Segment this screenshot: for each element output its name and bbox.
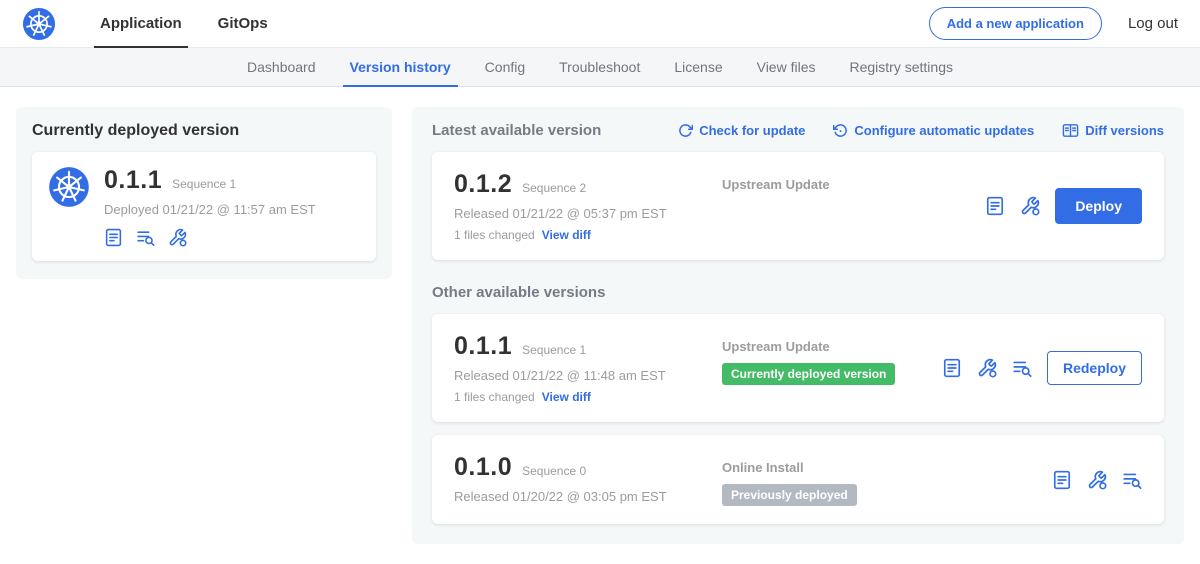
deployed-sequence: Sequence 1 [172,177,236,191]
currently-deployed-badge: Currently deployed version [722,363,895,385]
version-sequence: Sequence 2 [522,181,586,195]
subnav-label: Config [485,59,525,75]
subnav-item-troubleshoot[interactable]: Troubleshoot [542,48,657,86]
check-for-update-link[interactable]: Check for update [678,122,805,139]
deployed-version-card: 0.1.1 Sequence 1 Deployed 01/21/22 @ 11:… [32,152,376,261]
version-source: Upstream Update [722,177,985,192]
released-timestamp: Released 01/20/22 @ 03:05 pm EST [454,489,722,504]
subnav-label: Version history [350,59,451,75]
deployed-version-number: 0.1.1 [104,166,162,195]
version-source: Online Install [722,460,1052,475]
view-diff-link[interactable]: View diff [542,390,591,404]
auto-update-icon [833,123,848,138]
edit-config-icon[interactable] [1087,470,1107,490]
configure-updates-label: Configure automatic updates [854,123,1034,138]
subnav-item-license[interactable]: License [657,48,739,86]
view-diff-link[interactable]: View diff [542,228,591,242]
tab-gitops[interactable]: GitOps [200,0,286,48]
version-card-0-1-1: 0.1.1 Sequence 1 Released 01/21/22 @ 11:… [432,314,1164,422]
diff-versions-label: Diff versions [1085,123,1164,138]
add-new-application-button[interactable]: Add a new application [929,7,1102,40]
available-versions-panel: Latest available version Check for updat… [412,107,1184,544]
currently-deployed-panel: Currently deployed version [16,107,392,279]
configure-automatic-updates-link[interactable]: Configure automatic updates [833,122,1034,139]
tab-application[interactable]: Application [82,0,200,48]
subnav-item-config[interactable]: Config [468,48,542,86]
edit-config-icon[interactable] [977,358,997,378]
version-sequence: Sequence 0 [522,464,586,478]
subnav-label: View files [757,59,816,75]
release-notes-icon[interactable] [104,228,123,247]
subnav-label: Troubleshoot [559,59,640,75]
deployed-timestamp: Deployed 01/21/22 @ 11:57 am EST [104,202,316,217]
version-number: 0.1.0 [454,453,512,482]
files-changed: 1 files changed [454,390,535,404]
subnav-item-registry-settings[interactable]: Registry settings [833,48,970,86]
diff-icon [1062,122,1079,139]
subnav-item-view-files[interactable]: View files [740,48,833,86]
edit-config-icon[interactable] [168,228,187,247]
refresh-icon [678,123,693,138]
files-changed: 1 files changed [454,228,535,242]
tab-application-label: Application [100,15,182,32]
view-files-icon[interactable] [136,228,155,247]
subnav-item-version-history[interactable]: Version history [333,48,468,86]
top-header: Application GitOps Add a new application… [0,0,1200,48]
release-notes-icon[interactable] [942,358,962,378]
deploy-button[interactable]: Deploy [1055,188,1142,224]
subnav-label: Registry settings [850,59,953,75]
tab-gitops-label: GitOps [218,15,268,32]
version-number: 0.1.1 [454,332,512,361]
view-files-icon[interactable] [1012,358,1032,378]
edit-config-icon[interactable] [1020,196,1040,216]
main-content: Currently deployed version [0,87,1200,564]
logout-link[interactable]: Log out [1128,15,1178,32]
view-files-icon[interactable] [1122,470,1142,490]
check-for-update-label: Check for update [699,123,805,138]
subnav-item-dashboard[interactable]: Dashboard [230,48,333,86]
app-subnav: Dashboard Version history Config Trouble… [0,48,1200,87]
subnav-label: Dashboard [247,59,316,75]
latest-available-title: Latest available version [432,122,601,139]
version-card-0-1-0: 0.1.0 Sequence 0 Released 01/20/22 @ 03:… [432,435,1164,524]
diff-versions-link[interactable]: Diff versions [1062,122,1164,139]
app-logo-icon [48,166,90,247]
version-number: 0.1.2 [454,170,512,199]
kubernetes-logo-icon [22,7,56,41]
version-source: Upstream Update [722,339,942,354]
other-versions-title: Other available versions [432,284,1164,301]
released-timestamp: Released 01/21/22 @ 11:48 am EST [454,368,722,383]
version-sequence: Sequence 1 [522,343,586,357]
release-notes-icon[interactable] [985,196,1005,216]
release-notes-icon[interactable] [1052,470,1072,490]
subnav-label: License [674,59,722,75]
deployed-panel-title: Currently deployed version [32,122,376,140]
released-timestamp: Released 01/21/22 @ 05:37 pm EST [454,206,722,221]
version-card-0-1-2: 0.1.2 Sequence 2 Released 01/21/22 @ 05:… [432,152,1164,260]
previously-deployed-badge: Previously deployed [722,484,857,506]
redeploy-button[interactable]: Redeploy [1047,351,1142,385]
